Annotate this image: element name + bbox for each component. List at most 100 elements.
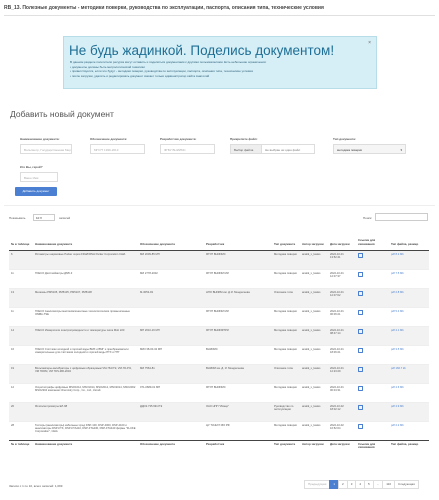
column-header[interactable]: Тип файла, размер [389,231,429,251]
table-cell: ГОЕСО Счётчики холодной и горячей воды В… [33,344,138,364]
doc-code-input[interactable]: МП РТ 1939-2013 [90,144,145,154]
table-cell: pdf 166.7 kb [389,363,429,383]
table-cell: 2022-10-01 00:04:31 [328,382,356,402]
table-cell: Методика поверки [272,420,300,440]
table-row: 6 Ротаметры шариковые Parker серии FRH/FR… [9,249,429,269]
column-header[interactable]: Автор загрузки [300,231,328,251]
doc-name-label: Наименование документа: [20,137,60,141]
table-row: 12 Осциллографы цифровые MSO1012, MSO1014… [9,382,429,402]
page-size-select[interactable]: 10 ▾ [33,214,55,221]
table-cell: НПО ВНИИМ им. Д.И. Менделеева [204,287,272,307]
external-link-icon[interactable] [358,366,363,372]
table-cell: anatik_x_lastes [300,306,328,326]
table-cell: 2022-10-01 06:06:21 [328,306,356,326]
table-cell: МИ3 38-00-32 МП [138,344,204,364]
table-cell: pdf 2.8 Mb [389,287,429,307]
table-cell: Методика поверки [272,382,300,402]
add-document-button[interactable]: Добавить документ [15,187,57,196]
documents-table: № в таблице Наименование документа Обозн… [9,231,429,455]
column-header[interactable]: Тип документа [272,231,300,251]
table-cell: pdf 8.2 Mb [389,249,429,269]
external-link-icon[interactable] [358,252,363,258]
table-cell: ГОЕСО Измерители электропроводности и те… [33,325,138,345]
chevron-down-icon: ▾ [400,148,402,152]
choose-file-button[interactable]: Выбор файла [231,145,262,153]
table-cell: М-3053-93 [138,287,204,307]
file-input[interactable]: Выбор файла Не выбран ни один файл [230,144,315,154]
close-icon[interactable]: × [368,40,371,46]
column-footer: № в таблице [9,439,33,455]
show-label: Показывать [9,216,26,220]
table-cell: Методика поверки [272,344,300,364]
external-link-icon[interactable] [358,328,363,334]
author-label: Кто Вы, герой? [20,165,43,169]
external-link-icon[interactable] [358,423,363,429]
form-section-title: Добавить новый документ [10,109,114,119]
table-cell: 6 [9,249,33,269]
table-cell: 13 [9,287,33,307]
external-link-icon[interactable] [358,290,363,296]
banner-line: • после загрузки, удалить и редактироват… [70,73,210,78]
table-cell: 2022-10-01 12:07:02 [328,287,356,307]
table-cell: anatik_x_lastes [300,287,328,307]
table-row: 19 Вольтамперы-калибраторы с цифровым обр… [9,363,429,383]
download-link-cell [356,344,389,364]
table-cell: ФГУП ВНИИМС [204,382,272,402]
table-cell: pdf 4.6 Mb [389,382,429,402]
table-cell: 20 [9,401,33,421]
table-row: 16 ГОЕСО Счётчики холодной и горячей воды… [9,344,429,364]
external-link-icon[interactable] [358,271,363,277]
table-cell: МП 2610-16 МП [138,325,204,345]
table-cell: ВНИИМС [204,344,272,364]
column-footer: Автор загрузки [300,439,328,455]
search-input[interactable] [375,213,428,221]
table-cell: Ротаметры шариковые Parker серии FRH/FRN… [33,249,138,269]
table-cell: anatik_x_lastes [300,363,328,383]
column-header[interactable]: Дата загрузки [328,231,356,251]
chevron-down-icon: ▾ [40,216,42,220]
pagination: Предыдущая 1 2 3 4 5 ... 110 Следующая [304,480,419,489]
doc-name-input[interactable]: Вольтметр, Государственная Мера... [20,144,72,154]
column-header[interactable]: № в таблице [9,231,33,251]
table-cell: Мегаомы PM5105, PM5105, PM5107, PM5108 [33,287,138,307]
table-cell: ВНИИМ им. Д. И. Менделеева [204,363,272,383]
title-divider [4,15,435,16]
table-cell: МИ 2778-2002 [138,268,204,288]
developer-input[interactable]: ФГБУ ВНИИМС [160,144,215,154]
table-cell: 14 [9,325,33,345]
column-header[interactable]: Разработчик [204,231,272,251]
author-input[interactable]: Ваше Имя [20,172,58,182]
external-link-icon[interactable] [358,347,363,353]
table-cell: Фотоэлектрометры ЕЛ-98 [33,401,138,421]
table-cell: 2022-10-01 08:47:14 [328,325,356,345]
share-banner: × Не будь жадинкой. Поделись документом!… [63,36,377,89]
table-cell: 2022-10-01 18:06:21 [328,344,356,364]
table-cell: ГОЕСО Анализаторы многокомпонентные техн… [33,306,138,326]
table-cell: 28 [9,420,33,440]
doc-code-label: Обозначение документа: [90,137,128,141]
download-link-cell [356,306,389,326]
next-page-button[interactable]: Следующая [394,480,419,489]
external-link-icon[interactable] [358,309,363,315]
table-cell [138,306,204,326]
table-footer-row: № в таблице Наименование документа Обозн… [9,439,429,455]
search-label: Поиск: [363,216,373,220]
table-cell: pdf 5.4 Mb [389,306,429,326]
developer-label: Разработчик документа: [160,137,197,141]
download-link-cell [356,287,389,307]
table-cell: anatik_x_lastes [300,420,328,440]
prev-page-button[interactable]: Предыдущая [304,480,331,489]
table-cell: 11 [9,268,33,288]
table-cell: pdf 7.5 Mb [389,268,429,288]
table-row: 13 Мегаомы PM5105, PM5105, PM5107, PM5108… [9,287,429,307]
column-header[interactable]: Обозначение документа [138,231,204,251]
column-header[interactable]: Наименование документа [33,231,138,251]
external-link-icon[interactable] [358,404,363,410]
doc-type-select[interactable]: методика поверки ▾ [333,144,406,154]
column-footer: Дата загрузки [328,439,356,455]
external-link-icon[interactable] [358,385,363,391]
table-cell: Руководство по эксплуатации [272,401,300,421]
table-cell: anatik_x_lastes [300,382,328,402]
column-header[interactable]: Ссылка для скачивания [356,231,389,251]
banner-rules: В данном разделе посетители ресурса могу… [70,60,266,78]
